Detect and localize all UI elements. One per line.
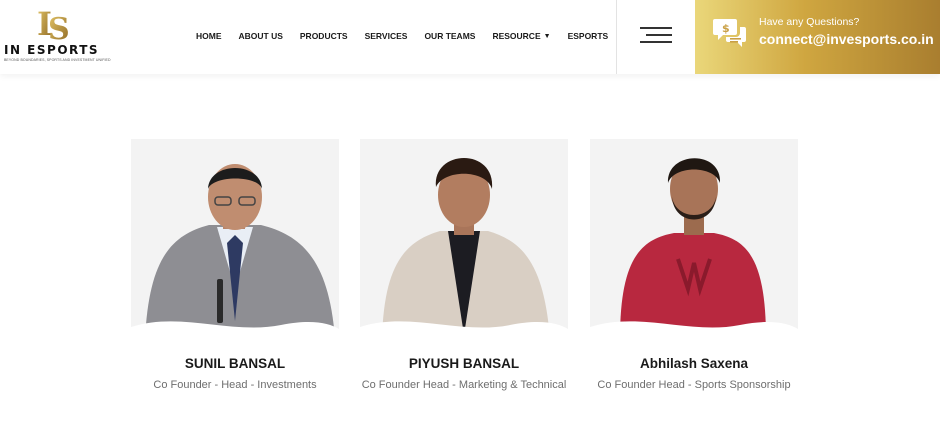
person-portrait-icon <box>590 158 798 349</box>
team-card[interactable]: PIYUSH BANSAL Co Founder Head - Marketin… <box>360 139 568 391</box>
nav-services-label: SERVICES <box>364 31 408 41</box>
team-member-name: Abhilash Saxena <box>639 356 749 371</box>
logo-tagline: BEYOND BOUNDARIES, SPORTS AND INVESTMENT… <box>4 58 111 62</box>
nav-products-label: PRODUCTS <box>299 31 348 41</box>
contact-banner: $ Have any Questions? connect@invesports… <box>695 0 940 74</box>
hamburger-menu-icon[interactable] <box>640 27 672 45</box>
nav-our-teams-label: OUR TEAMS <box>424 31 476 41</box>
nav-home-label: HOME <box>196 31 222 41</box>
team-member-name: SUNIL BANSAL <box>184 356 286 371</box>
svg-text:$: $ <box>722 22 730 35</box>
site-logo[interactable]: I S IN ESPORTS BEYOND BOUNDARIES, SPORTS… <box>4 4 114 66</box>
contact-question: Have any Questions? <box>759 16 860 28</box>
team-member-role: Co Founder Head - Marketing & Technical <box>361 379 567 391</box>
main-nav: HOME ABOUT US PRODUCTS SERVICES OUR TEAM… <box>196 29 625 43</box>
team-member-photo <box>590 139 798 349</box>
chat-dollar-icon: $ <box>713 19 746 47</box>
nav-about-us-label: ABOUT US <box>238 31 283 41</box>
person-portrait-icon <box>360 158 568 349</box>
nav-about-us[interactable]: ABOUT US <box>239 29 283 43</box>
nav-resource-label: RESOURCE <box>492 31 541 41</box>
nav-products[interactable]: PRODUCTS <box>300 29 348 43</box>
team-card[interactable]: Abhilash Saxena Co Founder Head - Sports… <box>590 139 798 391</box>
nav-home[interactable]: HOME <box>196 29 222 43</box>
site-header: I S IN ESPORTS BEYOND BOUNDARIES, SPORTS… <box>0 0 940 74</box>
team-member-name: PIYUSH BANSAL <box>408 356 520 371</box>
header-divider <box>616 0 617 74</box>
team-member-photo <box>360 139 568 349</box>
nav-services[interactable]: SERVICES <box>365 29 408 43</box>
nav-esports-label: ESPORTS <box>567 31 609 41</box>
nav-resource[interactable]: RESOURCE ▼ <box>492 29 550 43</box>
nav-our-teams[interactable]: OUR TEAMS <box>424 29 475 43</box>
team-member-role: Co Founder - Head - Investments <box>153 379 317 391</box>
team-member-role: Co Founder Head - Sports Sponsorship <box>597 379 791 391</box>
team-card[interactable]: SUNIL BANSAL Co Founder - Head - Investm… <box>131 139 339 391</box>
nav-esports[interactable]: ESPORTS <box>568 29 609 43</box>
team-member-photo <box>131 139 339 349</box>
person-portrait-icon <box>131 164 339 349</box>
chevron-down-icon: ▼ <box>543 32 551 40</box>
logo-wordmark: IN ESPORTS <box>4 43 100 57</box>
logo-monogram-icon: I S <box>37 6 70 42</box>
svg-text:S: S <box>48 12 70 42</box>
contact-email-link[interactable]: connect@invesports.co.in <box>759 31 934 47</box>
